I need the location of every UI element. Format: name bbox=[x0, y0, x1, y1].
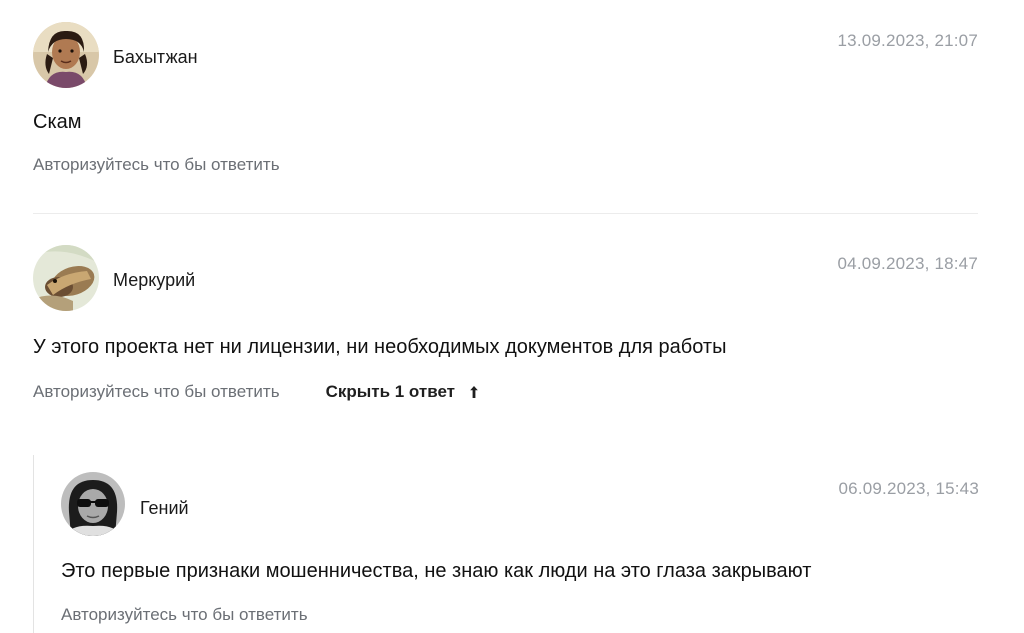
comment: Бахытжан 13.09.2023, 21:07 Скам Авторизу… bbox=[33, 22, 978, 202]
author-name: Гений bbox=[140, 498, 189, 518]
comment-actions: Авторизуйтесь что бы ответить Скрыть 1 о… bbox=[33, 382, 479, 402]
avatar bbox=[33, 22, 99, 88]
avatar bbox=[61, 472, 125, 536]
reply-login-link[interactable]: Авторизуйтесь что бы ответить bbox=[61, 605, 308, 625]
comment-actions: Авторизуйтесь что бы ответить bbox=[33, 155, 280, 175]
comment-header: Бахытжан 13.09.2023, 21:07 bbox=[33, 22, 978, 90]
comment-header: Меркурий 04.09.2023, 18:47 bbox=[33, 245, 978, 313]
reply-login-link[interactable]: Авторизуйтесь что бы ответить bbox=[33, 155, 280, 175]
hide-replies-button[interactable]: Скрыть 1 ответ bbox=[326, 382, 479, 402]
comment-actions: Авторизуйтесь что бы ответить bbox=[61, 605, 308, 625]
comment-date: 04.09.2023, 18:47 bbox=[837, 254, 978, 273]
comment-text: У этого проекта нет ни лицензии, ни необ… bbox=[33, 336, 727, 358]
reply-comment: Гений 06.09.2023, 15:43 Это первые призн… bbox=[61, 470, 979, 630]
reply-thread: Гений 06.09.2023, 15:43 Это первые призн… bbox=[33, 455, 979, 633]
comment-date: 13.09.2023, 21:07 bbox=[837, 31, 978, 50]
author-name: Меркурий bbox=[113, 270, 196, 290]
comment: Меркурий 04.09.2023, 18:47 У этого проек… bbox=[33, 245, 978, 415]
author-name: Бахытжан bbox=[113, 47, 198, 67]
comment-text: Это первые признаки мошенничества, не зн… bbox=[61, 560, 812, 582]
comment-text: Скам bbox=[33, 111, 82, 133]
avatar bbox=[33, 245, 99, 311]
comment-date: 06.09.2023, 15:43 bbox=[838, 479, 979, 498]
divider bbox=[33, 213, 978, 214]
hide-replies-label: Скрыть 1 ответ bbox=[325, 382, 455, 401]
comment-header: Гений 06.09.2023, 15:43 bbox=[61, 470, 979, 538]
arrow-up-icon bbox=[469, 385, 479, 399]
comments-feed: Бахытжан 13.09.2023, 21:07 Скам Авторизу… bbox=[0, 0, 1024, 633]
reply-login-link[interactable]: Авторизуйтесь что бы ответить bbox=[33, 382, 280, 402]
